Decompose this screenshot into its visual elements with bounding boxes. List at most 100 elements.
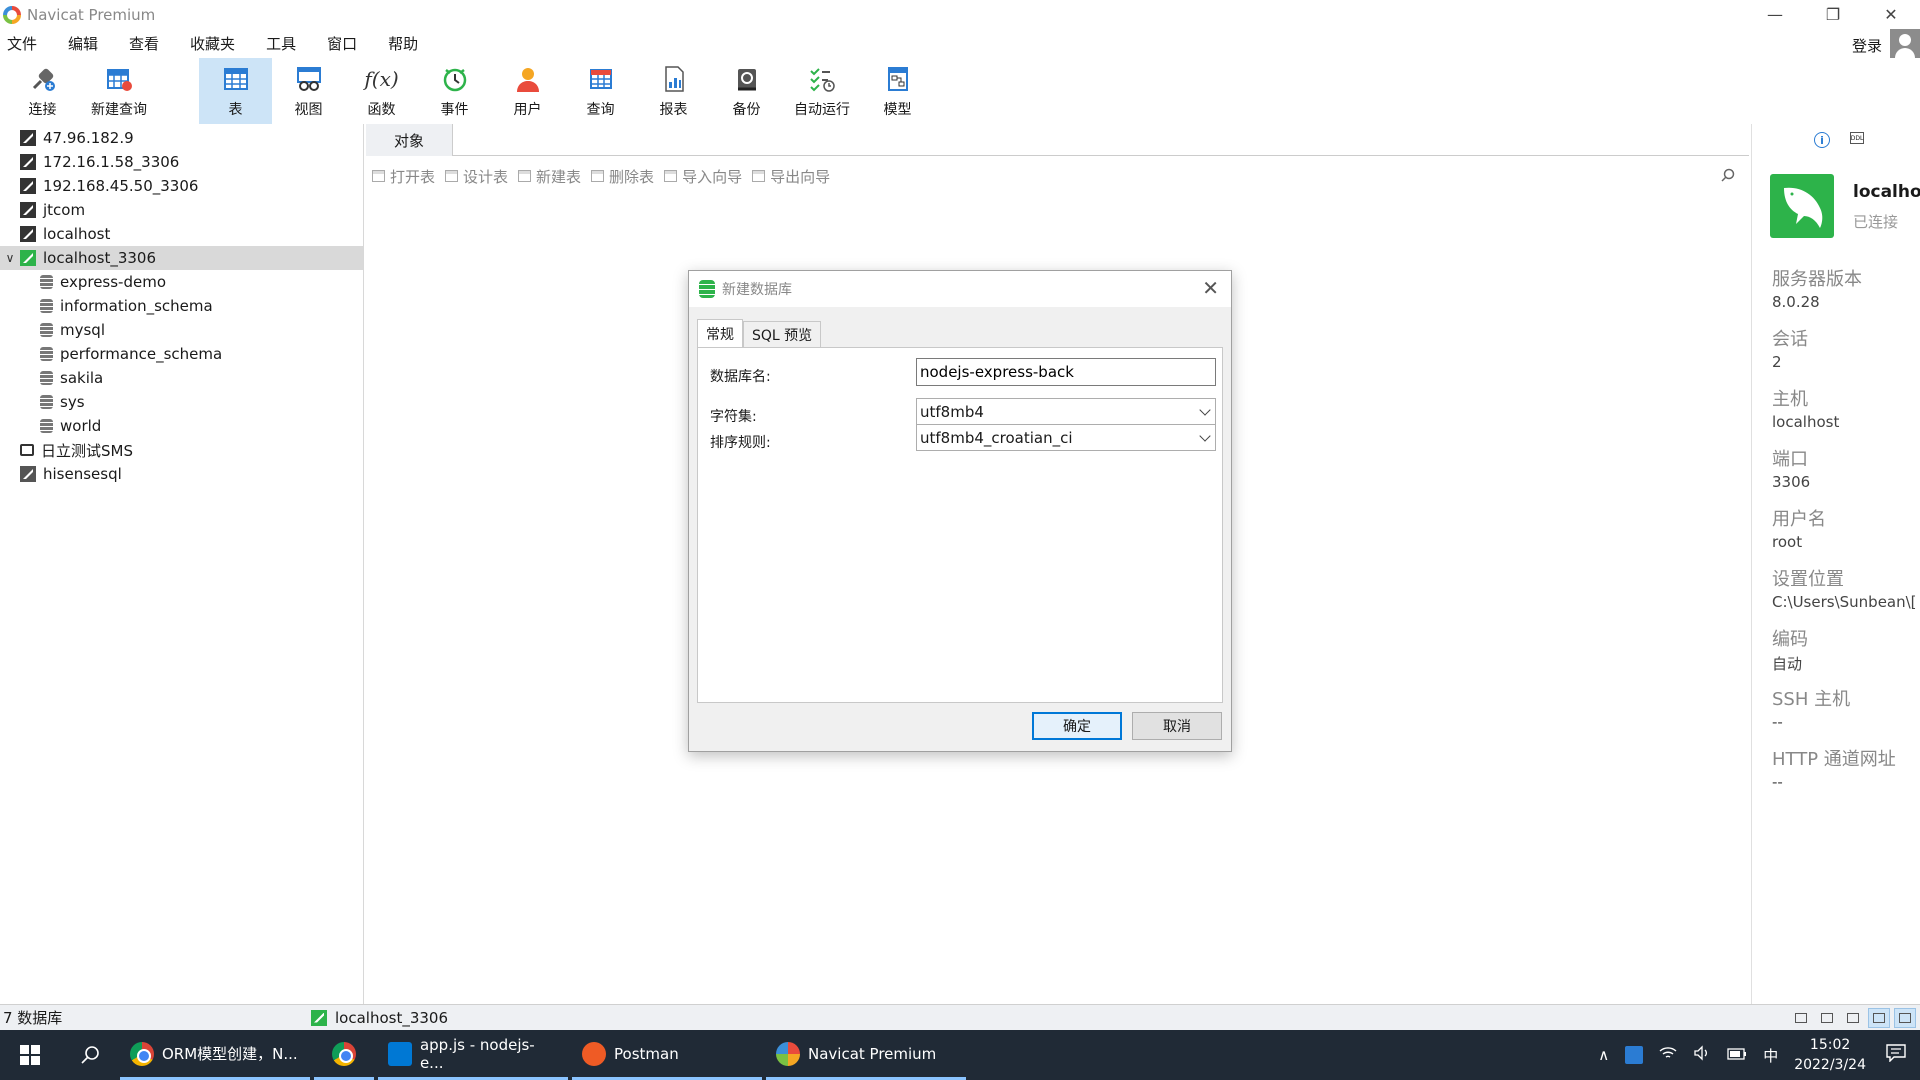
query-button[interactable]: 查询 — [564, 58, 637, 124]
taskbar-chrome[interactable] — [314, 1030, 374, 1080]
query-label: 查询 — [586, 102, 615, 118]
taskbar-search-button[interactable] — [60, 1030, 120, 1080]
info-panel: i DDL localho 已连接 服务器版本 8.0.28 会话 2 主机 loca… — [1751, 124, 1920, 1004]
tree-database[interactable]: express-demo — [0, 270, 363, 294]
database-name-input[interactable] — [916, 358, 1216, 386]
query-icon — [586, 64, 616, 94]
function-button[interactable]: f(x) 函数 — [345, 58, 418, 124]
tree-database[interactable]: mysql — [0, 318, 363, 342]
minimize-button[interactable]: — — [1746, 0, 1804, 29]
cancel-button[interactable]: 取消 — [1132, 712, 1222, 740]
ime-indicator[interactable]: 中 — [1763, 1045, 1778, 1066]
menu-view[interactable]: 查看 — [122, 33, 173, 54]
tree-database[interactable]: information_schema — [0, 294, 363, 318]
connection-icon — [20, 154, 36, 170]
view-button[interactable]: 视图 — [272, 58, 345, 124]
tree-database[interactable]: sys — [0, 390, 363, 414]
menu-bar: 文件 编辑 查看 收藏夹 工具 窗口 帮助 登录 — [0, 29, 1920, 61]
wifi-icon[interactable] — [1659, 1045, 1677, 1065]
design-table-button[interactable]: 设计表 — [445, 166, 508, 187]
grid-view-button[interactable] — [1842, 1008, 1864, 1028]
taskbar-chrome-orm[interactable]: ORM模型创建，N... — [120, 1030, 310, 1080]
tab-general[interactable]: 常规 — [697, 319, 743, 347]
model-button[interactable]: 模型 — [861, 58, 934, 124]
taskbar-vscode[interactable]: app.js - nodejs-e... — [378, 1030, 568, 1080]
tree-database[interactable]: performance_schema — [0, 342, 363, 366]
new-table-button[interactable]: 新建表 — [518, 166, 581, 187]
event-button[interactable]: 事件 — [418, 58, 491, 124]
detail-view-button[interactable] — [1816, 1008, 1838, 1028]
tree-connection[interactable]: 47.96.182.9 — [0, 126, 363, 150]
clock[interactable]: 15:02 2022/3/24 — [1794, 1035, 1866, 1075]
info-icon[interactable]: i — [1814, 132, 1830, 148]
right-pane-icon — [1899, 1013, 1911, 1023]
tree-connection[interactable]: 日立测试SMS — [0, 438, 363, 462]
user-button[interactable]: 用户 — [491, 58, 564, 124]
connection-active-icon — [311, 1009, 327, 1026]
open-table-button[interactable]: 打开表 — [372, 166, 435, 187]
charset-select[interactable]: utf8mb4 — [916, 398, 1216, 425]
new-query-button[interactable]: 新建查询 — [79, 58, 159, 124]
restore-button[interactable]: ❐ — [1804, 0, 1862, 29]
search-icon[interactable] — [1721, 168, 1735, 182]
left-pane-icon — [1873, 1013, 1885, 1023]
database-icon — [40, 419, 53, 433]
chevron-up-icon[interactable]: ∧ — [1598, 1046, 1609, 1064]
new-query-label: 新建查询 — [91, 102, 147, 118]
tree-connection-selected[interactable]: ∨ localhost_3306 — [0, 246, 363, 270]
hbuilder-icon[interactable] — [1625, 1046, 1644, 1064]
menu-window[interactable]: 窗口 — [320, 33, 371, 54]
login-link[interactable]: 登录 — [1852, 35, 1882, 56]
collation-select[interactable]: utf8mb4_croatian_ci — [916, 424, 1216, 451]
export-wizard-button[interactable]: 导出向导 — [752, 166, 830, 187]
backup-button[interactable]: 备份 — [710, 58, 783, 124]
tree-connection[interactable]: hisensesql — [0, 462, 363, 486]
tab-sql-preview[interactable]: SQL 预览 — [743, 321, 822, 347]
windows-logo-icon — [20, 1045, 40, 1065]
grid-view-icon — [1847, 1013, 1859, 1023]
table-label: 表 — [228, 102, 243, 118]
info-item: SSH 主机 -- — [1772, 689, 1851, 731]
status-bar: 7 数据库 localhost_3306 — [0, 1004, 1920, 1030]
right-pane-toggle[interactable] — [1894, 1008, 1916, 1028]
tree-connection[interactable]: 192.168.45.50_3306 — [0, 174, 363, 198]
delete-table-button[interactable]: 删除表 — [591, 166, 654, 187]
report-button[interactable]: 报表 — [637, 58, 710, 124]
menu-tools[interactable]: 工具 — [259, 33, 310, 54]
auto-run-button[interactable]: 自动运行 — [783, 58, 861, 124]
ddl-icon[interactable]: DDL — [1850, 132, 1864, 144]
close-icon[interactable]: ✕ — [1202, 278, 1219, 298]
list-view-button[interactable] — [1790, 1008, 1812, 1028]
tree-database[interactable]: sakila — [0, 366, 363, 390]
volume-icon[interactable] — [1693, 1045, 1711, 1065]
close-button[interactable]: ✕ — [1862, 0, 1920, 29]
avatar[interactable] — [1890, 29, 1920, 61]
tree-connection[interactable]: jtcom — [0, 198, 363, 222]
menu-file[interactable]: 文件 — [0, 33, 51, 54]
tab-objects[interactable]: 对象 — [366, 124, 452, 156]
left-pane-toggle[interactable] — [1868, 1008, 1890, 1028]
tree-database[interactable]: world — [0, 414, 363, 438]
database-icon — [40, 299, 53, 313]
object-toolbar: 打开表 设计表 新建表 删除表 导入向导 导出向导 — [366, 156, 1749, 196]
menu-edit[interactable]: 编辑 — [61, 33, 112, 54]
start-button[interactable] — [0, 1030, 60, 1080]
tree-connection[interactable]: localhost — [0, 222, 363, 246]
connection-tree: 47.96.182.9 172.16.1.58_3306 192.168.45.… — [0, 124, 364, 1004]
tree-connection[interactable]: 172.16.1.58_3306 — [0, 150, 363, 174]
ok-button[interactable]: 确定 — [1032, 712, 1122, 740]
database-icon — [40, 395, 53, 409]
taskbar-postman[interactable]: Postman — [572, 1030, 762, 1080]
delete-table-icon — [591, 170, 605, 182]
import-wizard-button[interactable]: 导入向导 — [664, 166, 742, 187]
menu-help[interactable]: 帮助 — [381, 33, 432, 54]
info-item: 设置位置 C:\Users\Sunbean\[ — [1772, 569, 1917, 611]
menu-favorites[interactable]: 收藏夹 — [183, 33, 249, 54]
notification-icon[interactable] — [1886, 1044, 1906, 1066]
navicat-logo-icon — [3, 5, 21, 24]
connect-button[interactable]: 连接 — [6, 58, 79, 124]
table-button[interactable]: 表 — [199, 58, 272, 124]
battery-icon[interactable] — [1727, 1046, 1747, 1064]
chevron-down-icon[interactable]: ∨ — [0, 251, 20, 265]
taskbar-navicat[interactable]: Navicat Premium — [766, 1030, 966, 1080]
